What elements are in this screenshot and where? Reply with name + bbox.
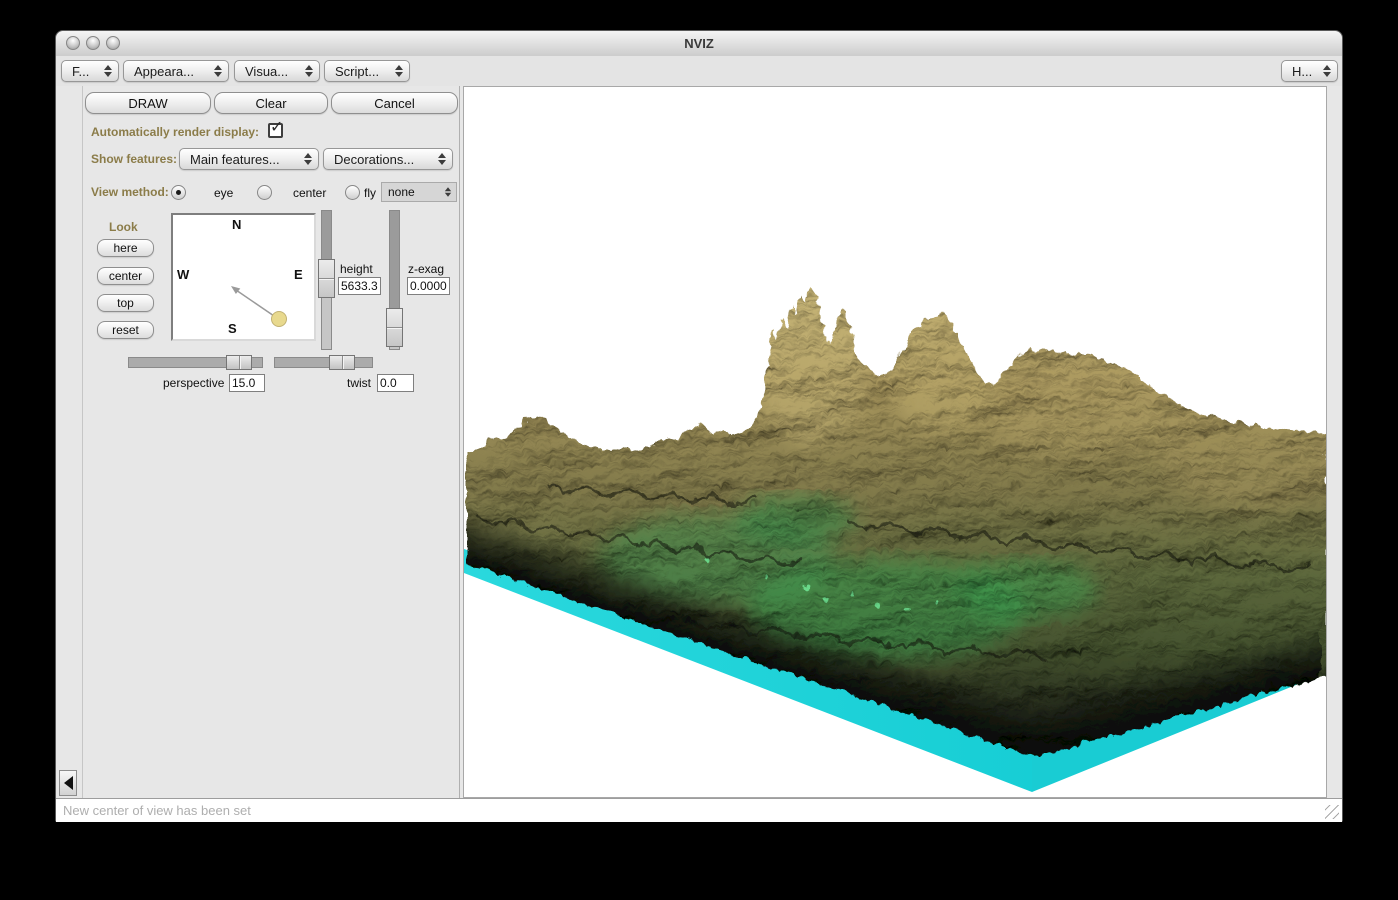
draw-button-label: DRAW xyxy=(128,95,168,111)
twist-input[interactable] xyxy=(377,374,414,392)
perspective-input[interactable] xyxy=(229,374,265,392)
view-position-compass[interactable]: N W E S xyxy=(171,213,316,341)
status-bar: New center of view has been set xyxy=(56,798,1342,822)
viewport-right-margin xyxy=(1327,86,1342,798)
perspective-label: perspective xyxy=(163,376,225,390)
twist-slider-trough[interactable] xyxy=(274,357,373,368)
zexag-slider-thumb[interactable] xyxy=(386,308,403,347)
view-method-eye-radio[interactable] xyxy=(171,185,186,200)
collapse-panel-button[interactable] xyxy=(59,770,77,796)
cancel-button[interactable]: Cancel xyxy=(331,92,458,114)
menu-stepper-icon xyxy=(1323,65,1331,77)
main-features-dropdown-label: Main features... xyxy=(190,151,280,167)
height-label: height xyxy=(340,262,373,276)
height-slider[interactable] xyxy=(318,210,335,350)
window-content: DRAW Clear Cancel Automatically render d… xyxy=(56,86,1342,798)
file-menu[interactable]: F... xyxy=(61,60,119,82)
terrain-surface xyxy=(464,285,1326,755)
look-center-label: center xyxy=(108,269,143,283)
look-reset-button[interactable]: reset xyxy=(97,321,154,339)
decorations-dropdown[interactable]: Decorations... xyxy=(323,148,453,170)
fly-mode-dropdown[interactable]: none xyxy=(381,182,457,202)
look-here-label: here xyxy=(113,241,138,255)
zexag-label: z-exag xyxy=(408,262,445,276)
visualize-menu[interactable]: Visua... xyxy=(234,60,320,82)
look-top-button[interactable]: top xyxy=(97,294,154,312)
look-here-button[interactable]: here xyxy=(97,239,154,257)
clear-button[interactable]: Clear xyxy=(214,92,328,114)
auto-render-checkbox[interactable]: ✓ xyxy=(268,119,283,138)
decorations-dropdown-label: Decorations... xyxy=(334,151,415,167)
menu-stepper-icon xyxy=(395,65,403,77)
window-title: NVIZ xyxy=(684,36,714,51)
draw-button[interactable]: DRAW xyxy=(85,92,211,114)
appearance-menu-label: Appeara... xyxy=(134,63,194,79)
eye-position-puck[interactable] xyxy=(271,311,287,327)
look-top-label: top xyxy=(117,296,134,310)
zexag-input[interactable] xyxy=(407,277,450,295)
scripting-menu[interactable]: Script... xyxy=(324,60,410,82)
status-message: New center of view has been set xyxy=(63,803,251,818)
left-arrow-icon xyxy=(63,776,73,790)
menu-stepper-icon xyxy=(305,65,313,77)
zexag-slider[interactable] xyxy=(386,210,403,350)
menu-stepper-icon xyxy=(214,65,222,77)
visualize-menu-label: Visua... xyxy=(245,63,289,79)
main-features-dropdown[interactable]: Main features... xyxy=(179,148,319,170)
view-method-fly-label[interactable]: fly xyxy=(364,186,376,200)
window-titlebar: NVIZ xyxy=(56,31,1342,57)
twist-slider-thumb[interactable] xyxy=(329,355,355,370)
panel-collapse-strip xyxy=(56,86,83,798)
perspective-slider-thumb[interactable] xyxy=(226,355,252,370)
menu-bar: F... Appeara... Visua... Script... H... xyxy=(56,56,1342,87)
nviz-window: NVIZ F... Appeara... Visua... Script... … xyxy=(55,30,1343,822)
help-menu[interactable]: H... xyxy=(1281,60,1338,82)
look-center-button[interactable]: center xyxy=(97,267,154,285)
show-features-label: Show features: xyxy=(91,152,178,166)
view-method-eye-label[interactable]: eye xyxy=(214,186,233,200)
render-viewport[interactable] xyxy=(463,86,1327,798)
resize-grip[interactable] xyxy=(1325,805,1339,819)
height-input[interactable] xyxy=(338,277,381,295)
auto-render-label: Automatically render display: xyxy=(91,125,260,139)
perspective-slider[interactable] xyxy=(128,355,263,370)
fly-mode-dropdown-label: none xyxy=(388,185,415,199)
scripting-menu-label: Script... xyxy=(335,63,380,79)
cancel-button-label: Cancel xyxy=(374,95,415,111)
view-method-center-label[interactable]: center xyxy=(293,186,326,200)
appearance-menu[interactable]: Appeara... xyxy=(123,60,229,82)
dropdown-stepper-icon xyxy=(444,187,452,197)
height-slider-thumb[interactable] xyxy=(318,259,335,298)
terrain-3d-render xyxy=(464,285,1326,792)
dropdown-stepper-icon xyxy=(438,153,446,165)
control-panel: DRAW Clear Cancel Automatically render d… xyxy=(83,86,460,798)
look-reset-label: reset xyxy=(112,323,139,337)
twist-slider[interactable] xyxy=(274,355,373,370)
view-method-center-radio[interactable] xyxy=(257,185,272,200)
file-menu-label: F... xyxy=(72,63,90,79)
menu-stepper-icon xyxy=(104,65,112,77)
checkmark-icon: ✓ xyxy=(270,119,284,136)
view-method-label: View method: xyxy=(91,185,169,199)
dropdown-stepper-icon xyxy=(304,153,312,165)
twist-label: twist xyxy=(347,376,371,390)
clear-button-label: Clear xyxy=(255,95,287,111)
help-menu-label: H... xyxy=(1292,63,1313,79)
view-direction-arrow xyxy=(231,286,287,327)
view-method-fly-radio[interactable] xyxy=(345,185,360,200)
look-label: Look xyxy=(109,220,138,234)
